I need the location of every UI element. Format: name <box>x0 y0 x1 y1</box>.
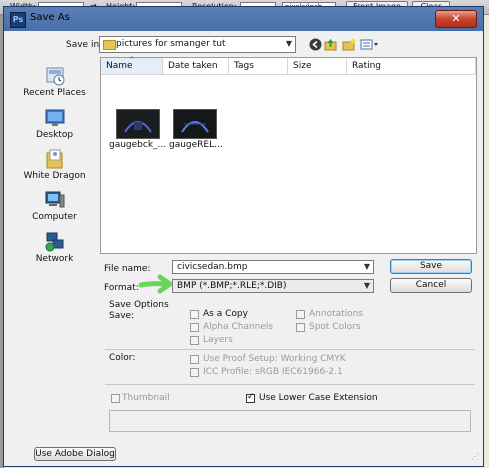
user-folder-icon <box>44 148 66 170</box>
chevron-down-icon: ▼ <box>285 39 292 48</box>
icc-profile-label: ICC Profile: sRGB IEC61966-2.1 <box>203 367 343 377</box>
place-recent-places[interactable]: Recent Places <box>12 65 97 98</box>
network-icon <box>44 231 66 253</box>
dialog-client-area: Save in: pictures for smanger tut ▼ Rece… <box>8 31 479 462</box>
column-rating[interactable]: Rating <box>347 58 476 75</box>
save-in-value: pictures for smanger tut <box>116 39 226 49</box>
folder-icon <box>103 40 116 50</box>
file-thumbnail[interactable] <box>116 109 160 139</box>
place-computer[interactable]: Computer <box>12 189 97 222</box>
thumbnail-checkbox[interactable] <box>111 394 120 403</box>
spot-colors-label: Spot Colors <box>309 322 361 332</box>
green-arrow-icon <box>138 272 174 299</box>
alpha-channels-label: Alpha Channels <box>203 322 274 332</box>
column-tags[interactable]: Tags <box>229 58 288 75</box>
divider <box>105 349 475 350</box>
as-a-copy-checkbox[interactable] <box>190 310 199 319</box>
sort-up-icon: ^ <box>129 56 135 64</box>
column-size[interactable]: Size <box>288 58 347 75</box>
file-name-caption: gaugebck_... <box>109 140 167 150</box>
recent-places-icon <box>44 65 66 87</box>
place-white-dragon[interactable]: White Dragon <box>12 148 97 181</box>
up-folder-icon[interactable] <box>324 38 338 51</box>
chevron-down-icon: ▼ <box>363 262 370 271</box>
file-name-caption: gaugeREL... <box>169 140 223 150</box>
icc-profile-checkbox[interactable] <box>190 368 199 377</box>
spot-colors-checkbox[interactable] <box>296 323 305 332</box>
save-label: Save: <box>109 311 135 321</box>
column-date-taken[interactable]: Date taken <box>163 58 229 75</box>
place-label: Network <box>35 254 74 264</box>
file-list[interactable]: Name ^ Date taken Tags Size Rating gauge… <box>100 56 477 254</box>
color-label: Color: <box>109 353 136 363</box>
lower-case-extension-label: Use Lower Case Extension <box>259 393 378 403</box>
new-folder-icon[interactable] <box>342 38 356 51</box>
chevron-down-icon: ▼ <box>363 281 370 290</box>
as-a-copy-label: As a Copy <box>203 309 248 319</box>
lower-case-extension-checkbox[interactable] <box>246 392 255 403</box>
place-network[interactable]: Network <box>12 231 97 264</box>
warning-area <box>109 410 471 432</box>
save-as-dialog: Ps Save As ✕ Save in: pictures for smang… <box>3 6 484 467</box>
save-in-label: Save in: <box>66 40 103 50</box>
format-value: BMP (*.BMP;*.RLE;*.DIB) <box>177 281 287 291</box>
annotations-label: Annotations <box>309 309 364 319</box>
desktop-icon <box>44 107 66 129</box>
place-label: Recent Places <box>23 88 86 98</box>
place-desktop[interactable]: Desktop <box>12 107 97 140</box>
resize-grip-icon[interactable]: ⋰ <box>471 452 479 461</box>
save-options-heading: Save Options <box>109 300 169 310</box>
view-menu-icon[interactable] <box>360 38 380 51</box>
save-in-dropdown[interactable]: pictures for smanger tut ▼ <box>99 36 296 53</box>
file-name-value: civicsedan.bmp <box>177 262 248 272</box>
title-bar[interactable]: Ps Save As ✕ <box>4 7 483 31</box>
computer-icon <box>44 189 66 211</box>
use-proof-setup-label: Use Proof Setup: Working CMYK <box>203 354 346 364</box>
thumbnail-label: Thumbnail <box>122 393 170 403</box>
use-adobe-dialog-button[interactable]: Use Adobe Dialog <box>34 447 116 461</box>
place-label: Desktop <box>35 130 74 140</box>
place-label: White Dragon <box>23 171 86 181</box>
alpha-channels-checkbox[interactable] <box>190 323 199 332</box>
layers-checkbox[interactable] <box>190 336 199 345</box>
back-icon[interactable] <box>308 38 322 51</box>
annotations-checkbox[interactable] <box>296 310 305 319</box>
dialog-title: Save As <box>30 12 70 23</box>
layers-label: Layers <box>203 335 233 345</box>
photoshop-app-icon: Ps <box>10 12 26 28</box>
places-bar: Recent Places Desktop White Dragon Compu… <box>12 57 97 282</box>
save-button[interactable]: Save <box>390 259 472 274</box>
place-label: Computer <box>32 212 77 222</box>
format-dropdown[interactable]: BMP (*.BMP;*.RLE;*.DIB) ▼ <box>172 279 374 293</box>
cancel-button[interactable]: Cancel <box>390 278 472 293</box>
file-name-field[interactable]: civicsedan.bmp ▼ <box>172 260 374 274</box>
close-button[interactable]: ✕ <box>435 10 477 28</box>
divider <box>105 384 475 385</box>
file-thumbnail[interactable] <box>173 109 217 139</box>
use-proof-setup-checkbox[interactable] <box>190 355 199 364</box>
format-label: Format: <box>104 283 139 293</box>
